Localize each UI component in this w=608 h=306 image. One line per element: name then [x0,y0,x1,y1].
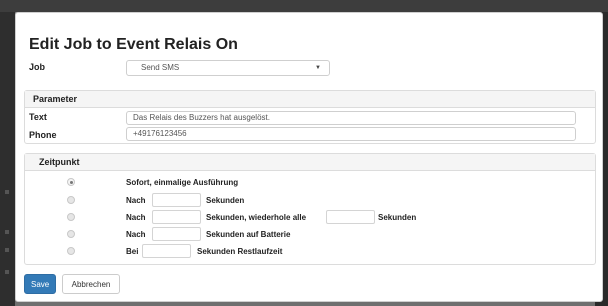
phone-field[interactable]: +49176123456 [126,127,576,141]
radio-bei-restlaufzeit[interactable] [67,247,75,255]
cancel-button[interactable]: Abbrechen [62,274,120,294]
phone-label: Phone [29,130,57,140]
background-mark [5,270,9,274]
option-bei-label: Bei [126,247,139,256]
repeat-interval-input[interactable] [326,210,375,224]
remaining-runtime-input[interactable] [142,244,191,258]
radio-nach-wiederhole[interactable] [67,213,75,221]
text-label: Text [29,112,47,122]
zeitpunkt-heading: Zeitpunkt [25,154,595,171]
job-select-value: Send SMS [141,63,180,72]
background-page-strip [0,0,608,12]
repeat-delay-input[interactable] [152,210,201,224]
background-sidebar [0,12,15,306]
job-label: Job [29,62,46,72]
option-nach-label: Nach [126,230,146,239]
parameter-heading: Parameter [25,91,595,108]
option-battery-label: Sekunden auf Batterie [206,230,291,239]
option-repeat-label: Sekunden, wiederhole alle [206,213,307,222]
delay-seconds-input[interactable] [152,193,201,207]
background-mark [5,190,9,194]
option-sofort-label: Sofort, einmalige Ausführung [126,178,239,187]
background-mark [5,230,9,234]
option-seconds-label: Sekunden [206,196,245,205]
option-nach-label: Nach [126,196,146,205]
job-select[interactable]: Send SMS ▼ [126,60,330,76]
radio-dot [69,180,73,184]
modal-title: Edit Job to Event Relais On [29,36,238,53]
text-field[interactable]: Das Relais des Buzzers hat ausgelöst. [126,111,576,125]
option-remaining-label: Sekunden Restlaufzeit [197,247,283,256]
option-nach-label: Nach [126,213,146,222]
background-mark [5,248,9,252]
radio-sofort[interactable] [67,178,75,186]
zeitpunkt-panel: Zeitpunkt [24,153,596,265]
save-button[interactable]: Save [24,274,56,294]
option-seconds-label: Sekunden [378,213,417,222]
radio-nach-batterie[interactable] [67,230,75,238]
chevron-down-icon: ▼ [315,65,321,71]
edit-job-modal: Edit Job to Event Relais On Job Send SMS… [15,12,603,302]
battery-seconds-input[interactable] [152,227,201,241]
radio-nach-sekunden[interactable] [67,196,75,204]
